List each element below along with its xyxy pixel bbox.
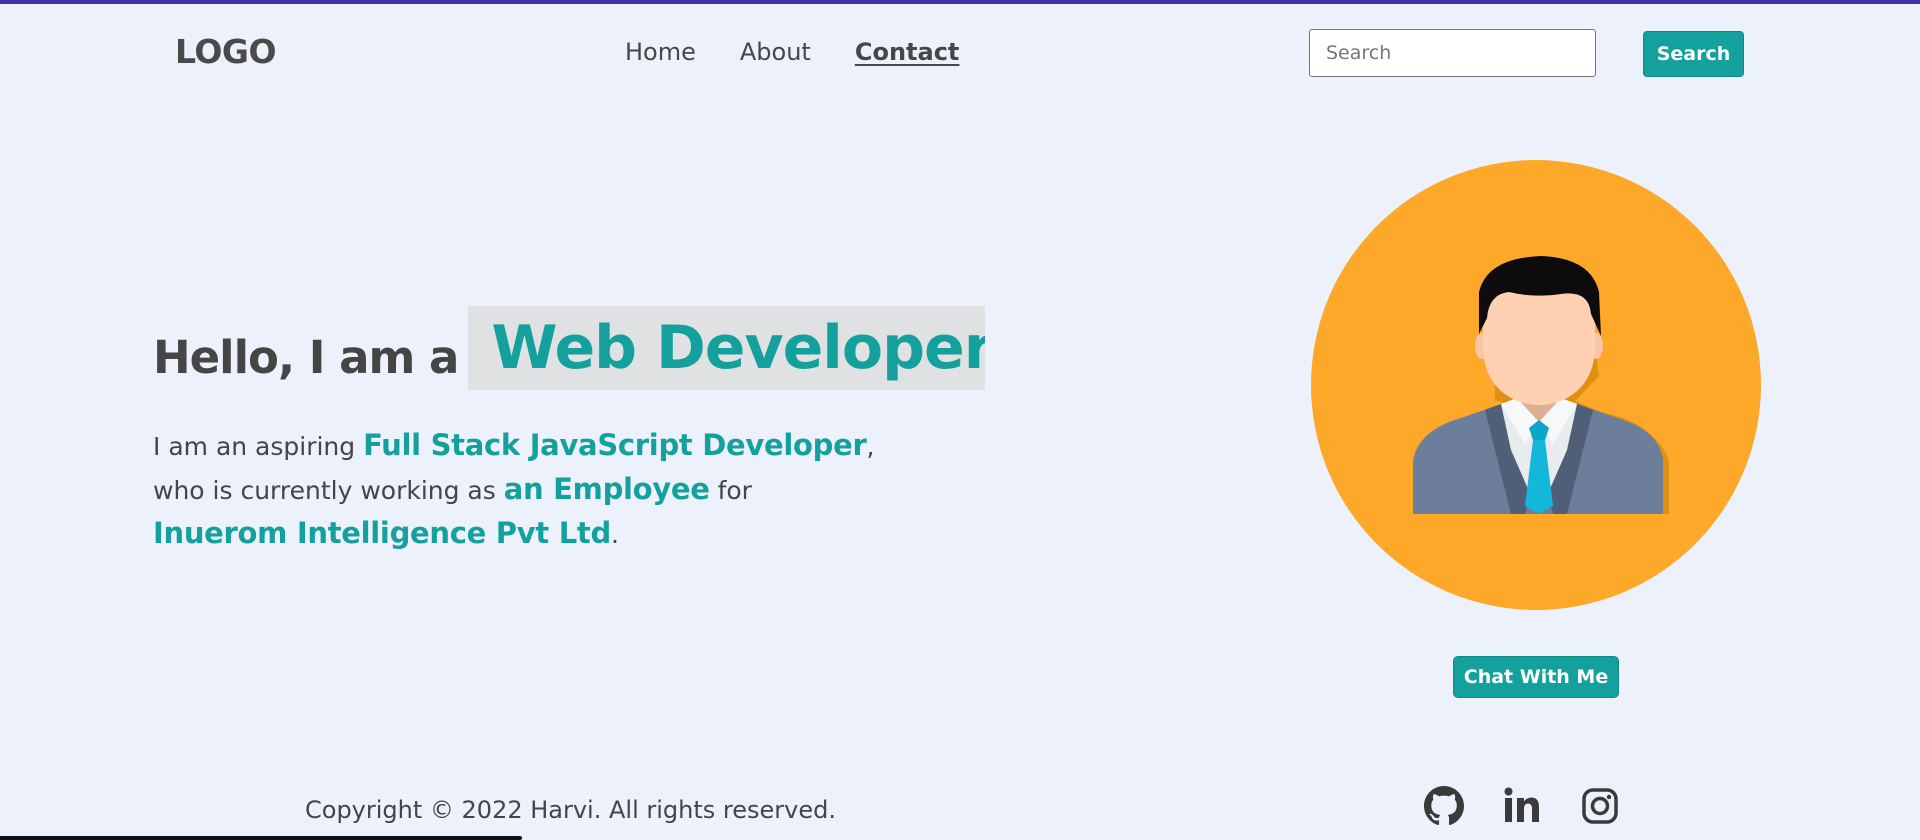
businessman-avatar-icon xyxy=(1413,256,1669,514)
main-nav: Home About Contact xyxy=(625,38,959,66)
horizontal-scrollbar[interactable] xyxy=(0,836,522,840)
site-logo[interactable]: LOGO xyxy=(175,32,277,71)
nav-home[interactable]: Home xyxy=(625,38,696,66)
intro-highlight-company: Inuerom Intelligence Pvt Ltd xyxy=(153,516,611,550)
hero-heading: Hello, I am a Web Developer xyxy=(153,306,986,390)
search-button[interactable]: Search xyxy=(1643,31,1744,77)
nav-about[interactable]: About xyxy=(740,38,811,66)
github-icon[interactable] xyxy=(1424,786,1464,826)
hero-intro: I am an aspiring Full Stack JavaScript D… xyxy=(153,424,913,556)
hero-role-highlight: Web Developer xyxy=(468,306,986,390)
nav-contact[interactable]: Contact xyxy=(855,38,960,66)
hero-prefix: Hello, I am a xyxy=(153,330,459,384)
avatar xyxy=(1311,160,1761,610)
intro-text-5: . xyxy=(610,520,619,549)
intro-text-3: who is currently working as xyxy=(153,476,504,505)
intro-highlight-position: an Employee xyxy=(503,472,710,506)
intro-text-1: I am an aspiring xyxy=(153,432,364,461)
copyright-text: Copyright © 2022 Harvi. All rights reser… xyxy=(305,796,836,824)
intro-text-4: for xyxy=(709,476,752,505)
instagram-icon[interactable] xyxy=(1580,786,1620,826)
chat-with-me-button[interactable]: Chat With Me xyxy=(1453,656,1619,698)
top-accent-line xyxy=(0,0,1920,4)
intro-highlight-role: Full Stack JavaScript Developer xyxy=(363,428,867,462)
linkedin-icon[interactable] xyxy=(1502,786,1542,826)
intro-text-2: , xyxy=(866,432,875,461)
search-input[interactable] xyxy=(1309,29,1596,77)
